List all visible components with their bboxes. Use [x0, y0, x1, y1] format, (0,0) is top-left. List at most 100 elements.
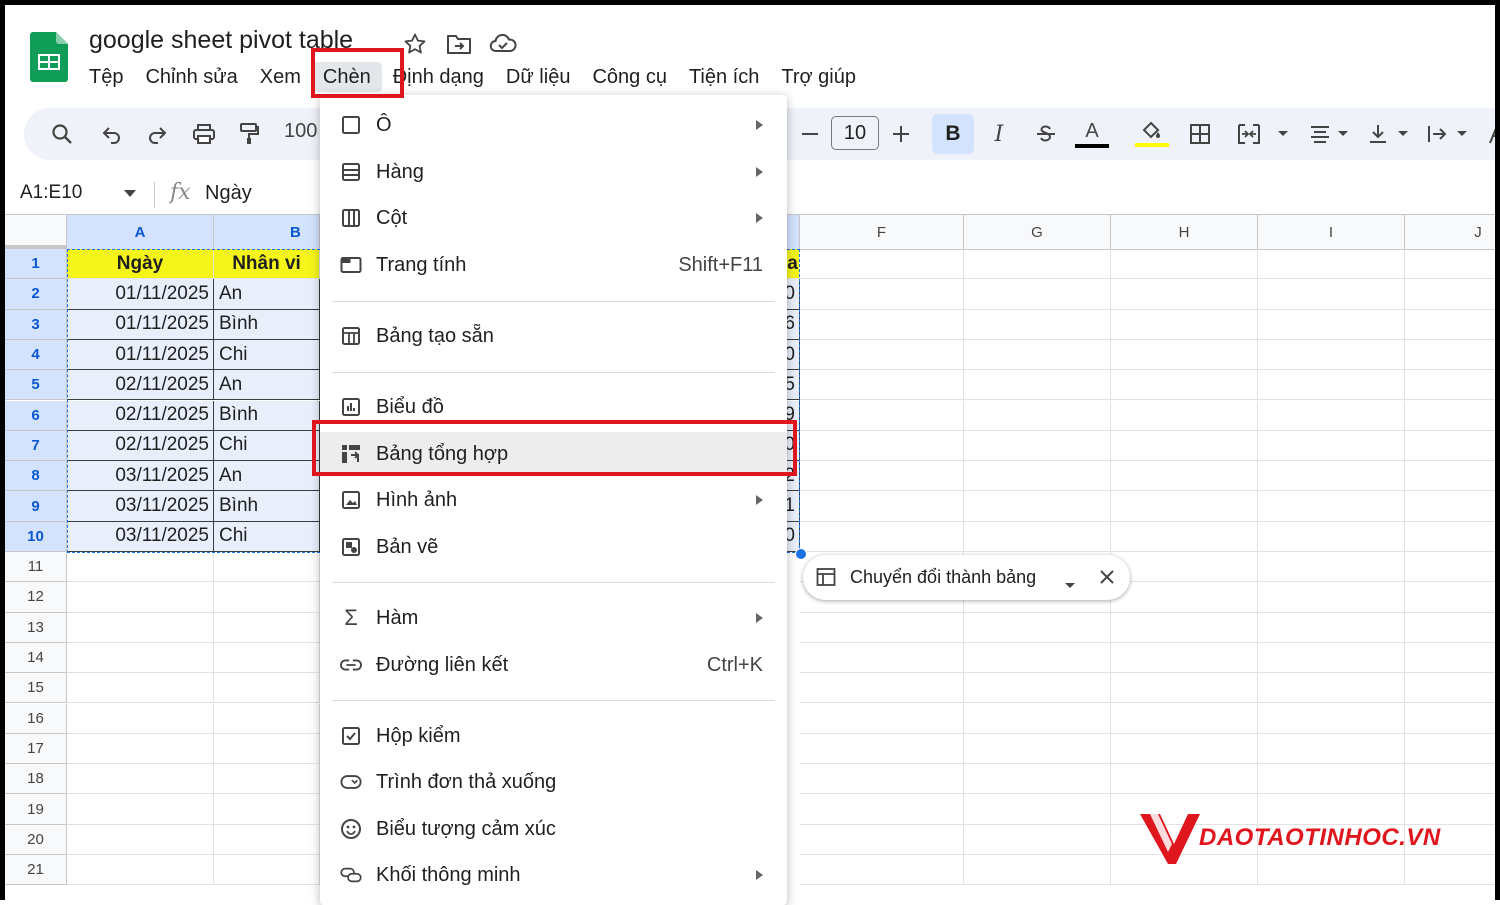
cell-empty[interactable]	[1405, 491, 1500, 522]
cell-empty[interactable]	[1405, 764, 1500, 795]
cell-empty[interactable]	[964, 279, 1111, 310]
cell-empty[interactable]	[1405, 643, 1500, 674]
cell-employee[interactable]: Bình	[214, 309, 320, 340]
row-header[interactable]: 14	[5, 642, 67, 674]
cell-empty[interactable]	[1111, 582, 1258, 613]
cell-e[interactable]: 5	[786, 370, 800, 401]
paint-format-icon[interactable]	[232, 118, 266, 150]
cell-empty[interactable]	[964, 400, 1111, 431]
cell-empty[interactable]	[1258, 855, 1405, 886]
wrap-dropdown-icon[interactable]	[1445, 118, 1479, 150]
cell-empty[interactable]	[1111, 764, 1258, 795]
menu-item-drawing[interactable]: Bản vẽ	[320, 525, 787, 569]
menu-item-checkbox[interactable]: Hộp kiểm	[320, 714, 787, 758]
cell-empty[interactable]	[67, 582, 214, 613]
cell-empty[interactable]	[1111, 703, 1258, 734]
cell-empty[interactable]	[1111, 309, 1258, 340]
cell-empty[interactable]	[964, 521, 1111, 552]
row-header[interactable]: 1	[5, 249, 67, 280]
chip-dropdown-icon[interactable]	[1064, 574, 1076, 595]
menu-data[interactable]: Dữ liệu	[495, 62, 582, 92]
cell-empty[interactable]	[800, 824, 964, 855]
cell-empty[interactable]	[214, 764, 320, 795]
cell-empty[interactable]	[800, 855, 964, 886]
cell-empty[interactable]	[964, 370, 1111, 401]
column-header-b[interactable]: B	[214, 215, 320, 250]
cell-employee[interactable]: Bình	[214, 491, 320, 522]
cell-empty[interactable]	[1111, 430, 1258, 462]
column-header-h[interactable]: H	[1111, 215, 1258, 250]
row-header[interactable]: 13	[5, 612, 67, 643]
cell-empty[interactable]	[1405, 340, 1500, 371]
cell-empty[interactable]	[214, 673, 320, 704]
cell-e[interactable]: 6	[786, 309, 800, 340]
menu-item-row[interactable]: Hàng	[320, 150, 787, 194]
cell-date[interactable]: 01/11/2025	[67, 309, 214, 340]
row-header[interactable]: 2	[5, 279, 67, 310]
cell-empty[interactable]	[964, 612, 1111, 643]
cell-empty[interactable]	[1405, 704, 1500, 734]
cell-empty[interactable]	[67, 552, 214, 583]
cell-empty[interactable]	[964, 703, 1111, 734]
valign-dropdown-icon[interactable]	[1386, 118, 1420, 150]
print-icon[interactable]	[187, 118, 221, 150]
cell-empty[interactable]	[67, 824, 214, 855]
row-header[interactable]: 21	[5, 855, 67, 886]
cell-empty[interactable]	[800, 249, 964, 280]
menu-item-dropdown[interactable]: Trình đơn thả xuống	[320, 760, 787, 804]
cell-empty[interactable]	[964, 491, 1111, 522]
text-color-button[interactable]: A	[1075, 118, 1109, 150]
cell-employee[interactable]: Chi	[214, 521, 320, 552]
cell-empty[interactable]	[1405, 794, 1500, 825]
cell-empty[interactable]	[214, 794, 320, 825]
cell-empty[interactable]	[214, 703, 320, 734]
column-header-f[interactable]: F	[800, 215, 964, 250]
cell-empty[interactable]	[1111, 733, 1258, 765]
star-icon[interactable]	[400, 30, 430, 58]
cell-empty[interactable]	[964, 733, 1111, 765]
cell-empty[interactable]	[1405, 249, 1500, 280]
cell-empty[interactable]	[1405, 613, 1500, 643]
menu-help[interactable]: Trợ giúp	[770, 62, 867, 92]
menu-tools[interactable]: Công cụ	[581, 62, 678, 92]
italic-button[interactable]: I	[982, 118, 1016, 150]
header-cell-employee[interactable]: Nhân vi	[214, 249, 320, 280]
cell-date[interactable]: 02/11/2025	[67, 430, 214, 462]
row-header[interactable]: 8	[5, 461, 67, 492]
row-header[interactable]: 3	[5, 309, 67, 340]
cell-empty[interactable]	[800, 279, 964, 310]
cell-empty[interactable]	[214, 642, 320, 674]
cell-empty[interactable]	[1258, 612, 1405, 643]
row-header[interactable]: 18	[5, 764, 67, 795]
row-header[interactable]: 16	[5, 703, 67, 734]
cell-empty[interactable]	[1111, 491, 1258, 522]
name-box-dropdown-icon[interactable]	[124, 190, 136, 197]
cell-employee[interactable]: An	[214, 279, 320, 310]
cell-empty[interactable]	[1258, 370, 1405, 401]
name-box[interactable]: A1:E10	[20, 182, 82, 204]
row-header[interactable]: 19	[5, 794, 67, 825]
cell-e[interactable]: 1	[786, 491, 800, 522]
cell-date[interactable]: 03/11/2025	[67, 521, 214, 552]
row-header[interactable]: 6	[5, 400, 67, 431]
search-icon[interactable]	[45, 118, 79, 150]
cell-empty[interactable]	[1258, 733, 1405, 765]
cell-empty[interactable]	[214, 824, 320, 855]
cell-date[interactable]: 03/11/2025	[67, 461, 214, 492]
cell-empty[interactable]	[800, 370, 964, 401]
menu-item-cell[interactable]: Ô	[320, 103, 787, 147]
menu-view[interactable]: Xem	[249, 62, 312, 92]
cell-employee[interactable]: Bình	[214, 400, 320, 431]
cell-empty[interactable]	[1258, 461, 1405, 492]
fill-color-button[interactable]	[1135, 118, 1169, 150]
cell-empty[interactable]	[1405, 522, 1500, 552]
cell-empty[interactable]	[1258, 794, 1405, 825]
column-header-a[interactable]: A	[67, 215, 214, 250]
cell-empty[interactable]	[1258, 279, 1405, 310]
select-all-corner[interactable]	[5, 215, 67, 249]
cell-empty[interactable]	[1258, 430, 1405, 462]
row-header[interactable]: 20	[5, 824, 67, 855]
cell-employee[interactable]: An	[214, 370, 320, 401]
menu-item-link[interactable]: Đường liên kết Ctrl+K	[320, 643, 787, 687]
cell-empty[interactable]	[1111, 521, 1258, 552]
